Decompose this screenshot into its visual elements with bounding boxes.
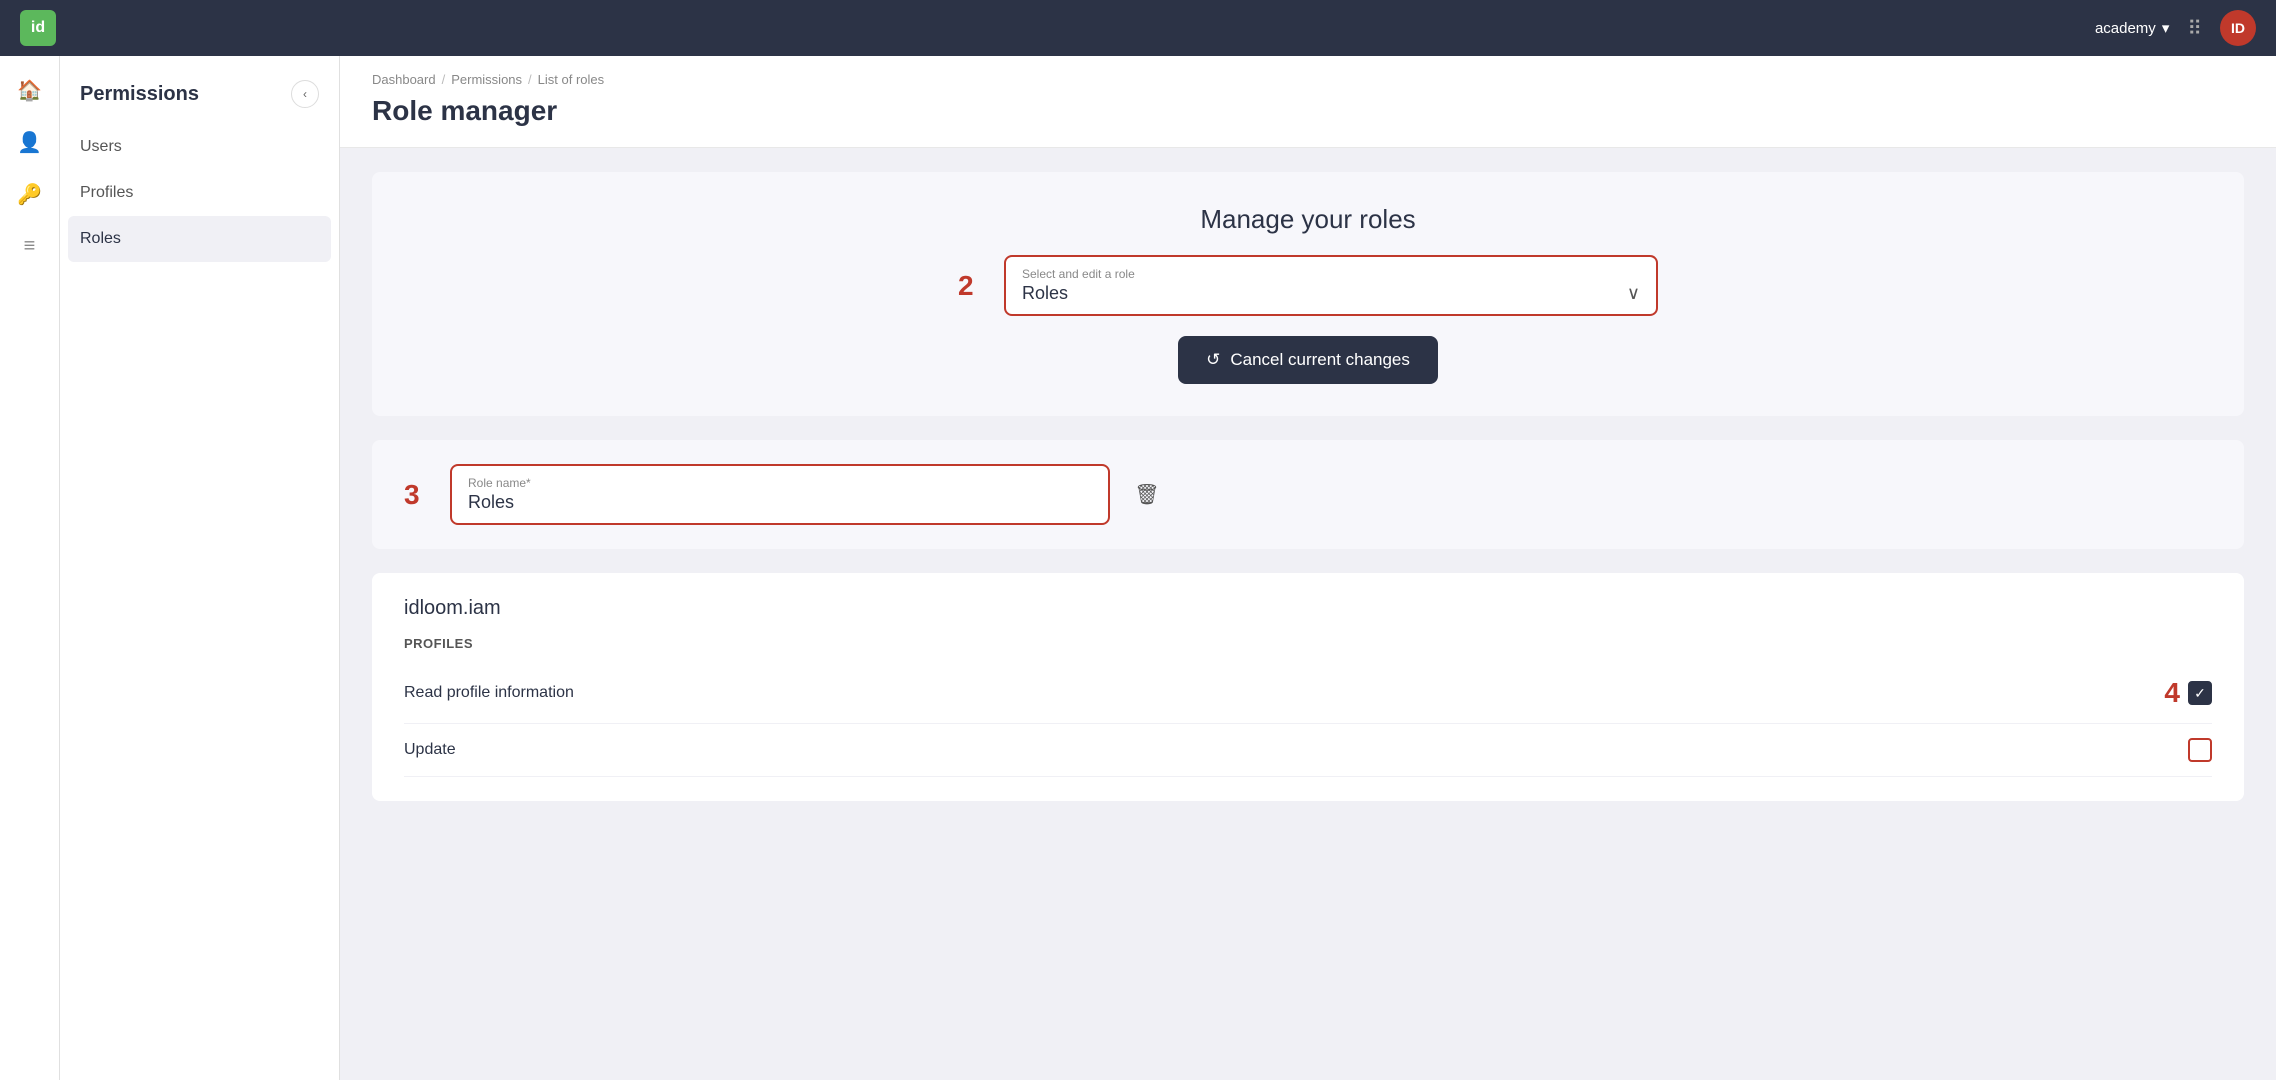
manage-section: Manage your roles 2 Select and edit a ro… (372, 172, 2244, 416)
role-name-input-wrapper: Role name* (450, 464, 1110, 525)
content-body: Manage your roles 2 Select and edit a ro… (340, 148, 2276, 825)
profiles-header: PROFILES (404, 636, 2212, 651)
breadcrumb-dashboard[interactable]: Dashboard (372, 72, 436, 87)
delete-button[interactable]: 🗑 (1126, 474, 1168, 516)
role-dropdown[interactable]: Select and edit a role Roles ∨ (1004, 255, 1658, 316)
breadcrumb: Dashboard / Permissions / List of roles (372, 72, 2244, 87)
step2-number: 2 (958, 270, 988, 302)
role-name-label: Role name* (468, 476, 1092, 490)
chevron-down-icon: ▾ (2162, 19, 2170, 37)
trash-icon: 🗑 (1134, 482, 1159, 507)
permission-label-0: Read profile information (404, 684, 574, 702)
navbar-left: id (20, 10, 56, 46)
dropdown-value-row: Roles ∨ (1022, 283, 1640, 304)
sidebar-item-profiles[interactable]: Profiles (60, 170, 339, 216)
collapse-button[interactable]: ‹ (291, 80, 319, 108)
logo-text: id (31, 19, 45, 37)
logo[interactable]: id (20, 10, 56, 46)
idloom-section: idloom.iam PROFILES Read profile informa… (372, 573, 2244, 801)
permission-label-1: Update (404, 741, 456, 759)
sidebar-item-roles-label: Roles (80, 230, 121, 247)
icon-sidebar: 🏠 👤 🔑 ≡ (0, 56, 60, 1080)
step4-number: 4 (2164, 677, 2180, 709)
permission-row-1: Update (404, 724, 2212, 777)
sidebar-title: Permissions (80, 83, 199, 106)
avatar-initials: ID (2231, 20, 2245, 36)
breadcrumb-sep-2: / (528, 72, 532, 87)
account-dropdown-button[interactable]: academy ▾ (2095, 19, 2169, 37)
chevron-down-icon: ∨ (1627, 283, 1640, 304)
main-layout: 🏠 👤 🔑 ≡ Permissions ‹ Users Profiles Rol… (0, 56, 2276, 1080)
account-label: academy (2095, 20, 2156, 37)
sidebar-item-roles[interactable]: Roles (68, 216, 331, 262)
sidebar-icon-home[interactable]: 🏠 (8, 68, 52, 112)
permission-row-0: Read profile information 4 (404, 663, 2212, 724)
role-name-input[interactable] (468, 492, 1092, 513)
idloom-title: idloom.iam (404, 597, 2212, 620)
permission-checkbox-0[interactable] (2188, 681, 2212, 705)
navbar-right: academy ▾ ⠿ ID (2095, 10, 2256, 46)
page-title: Role manager (372, 95, 2244, 127)
sidebar-icon-key[interactable]: 🔑 (8, 172, 52, 216)
manage-title: Manage your roles (1200, 204, 1415, 235)
sidebar-header: Permissions ‹ (60, 56, 339, 124)
content-area: Dashboard / Permissions / List of roles … (340, 56, 2276, 1080)
avatar[interactable]: ID (2220, 10, 2256, 46)
page-header: Dashboard / Permissions / List of roles … (340, 56, 2276, 148)
step4-area: 4 (2164, 677, 2212, 709)
breadcrumb-list-of-roles: List of roles (538, 72, 604, 87)
role-form-row: 3 Role name* 🗑 (404, 464, 2212, 525)
sidebar-item-users-label: Users (80, 138, 122, 155)
permission-checkbox-1[interactable] (2188, 738, 2212, 762)
sidebar-item-profiles-label: Profiles (80, 184, 133, 201)
navbar: id academy ▾ ⠿ ID (0, 0, 2276, 56)
breadcrumb-permissions[interactable]: Permissions (451, 72, 522, 87)
sidebar-item-users[interactable]: Users (60, 124, 339, 170)
step2-row: 2 Select and edit a role Roles ∨ (958, 255, 1658, 316)
breadcrumb-sep-1: / (442, 72, 446, 87)
grid-icon[interactable]: ⠿ (2187, 16, 2202, 41)
cancel-button[interactable]: ↺ Cancel current changes (1178, 336, 1438, 384)
sidebar-icon-users[interactable]: 👤 (8, 120, 52, 164)
dropdown-label: Select and edit a role (1022, 267, 1640, 281)
left-sidebar: Permissions ‹ Users Profiles Roles (60, 56, 340, 1080)
role-form-section: 3 Role name* 🗑 (372, 440, 2244, 549)
cancel-button-label: Cancel current changes (1230, 350, 1410, 370)
undo-icon: ↺ (1206, 350, 1220, 370)
step3-number: 3 (404, 479, 434, 511)
sidebar-icon-tasks[interactable]: ≡ (8, 224, 52, 268)
dropdown-value: Roles (1022, 283, 1068, 304)
